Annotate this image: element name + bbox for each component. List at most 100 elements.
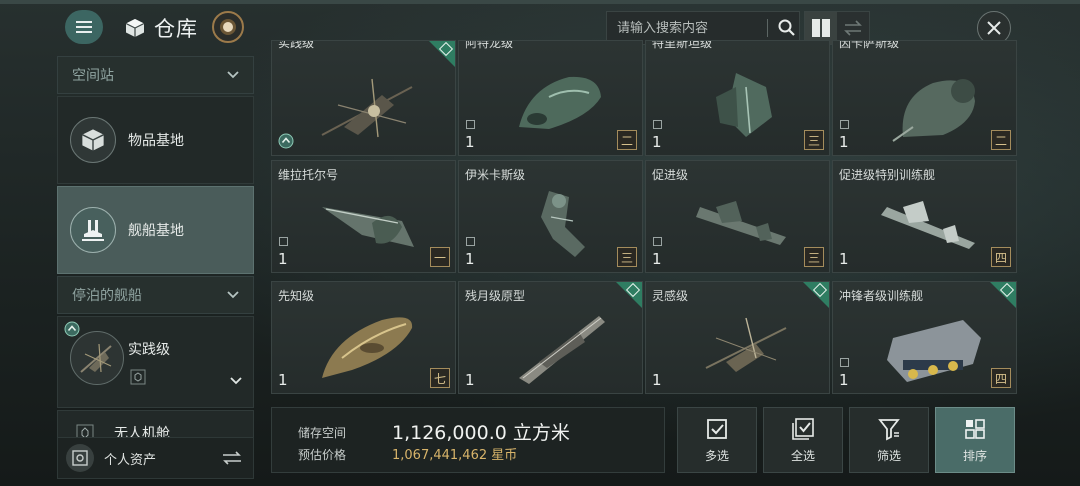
lock-icon — [653, 237, 662, 246]
ship-card[interactable]: 促进级特别训练舰 1 四 — [832, 160, 1017, 273]
ship-card[interactable]: 实践级 — [271, 40, 456, 156]
ship-quantity: 1 — [839, 371, 849, 389]
storage-summary: 储存空间 预估价格 1,126,000.0 立方米 1,067,441,462 … — [271, 407, 665, 473]
ship-name: 特里斯坦级 — [652, 40, 713, 50]
safe-icon — [66, 444, 94, 472]
filter-icon — [878, 418, 900, 440]
tier-badge: 四 — [991, 247, 1011, 267]
station-badge-icon[interactable] — [212, 11, 244, 43]
ship-name: 促进级特别训练舰 — [839, 168, 936, 182]
upgrade-icon — [278, 133, 294, 149]
select-all-label: 全选 — [790, 448, 815, 463]
ship-quantity: 1 — [465, 133, 475, 151]
ship-image — [322, 207, 414, 247]
page-title: 仓库 — [154, 17, 198, 41]
cube-icon — [70, 117, 116, 163]
tier-badge: 二 — [617, 130, 637, 150]
ship-name: 伊米卡斯级 — [465, 168, 526, 182]
filter-label: 筛选 — [876, 448, 901, 463]
ship-image — [892, 79, 975, 142]
grid-view-icon — [812, 19, 830, 37]
sidebar-group-label: 空间站 — [72, 68, 114, 84]
lock-icon — [840, 358, 849, 367]
docked-ship-card[interactable]: 实践级 — [57, 316, 254, 408]
ship-card[interactable]: 特里斯坦级 1 三 — [645, 40, 830, 156]
ship-image — [322, 317, 413, 378]
ship-image — [716, 73, 772, 137]
estimated-price-value: 1,067,441,462 星币 — [392, 448, 518, 463]
ship-image — [519, 76, 601, 129]
ship-quantity: 1 — [278, 371, 288, 389]
sidebar-group-station[interactable]: 空间站 — [57, 56, 254, 94]
storage-space-label: 储存空间 — [298, 426, 347, 440]
search-icon[interactable] — [776, 17, 798, 39]
ship-card[interactable]: 阿特龙级 1 二 — [458, 40, 643, 156]
filter-button[interactable]: 筛选 — [849, 407, 929, 473]
sidebar-group-docked-ships[interactable]: 停泊的舰船 — [57, 276, 254, 314]
sort-icon — [965, 418, 985, 439]
docked-ship-name: 实践级 — [128, 342, 170, 358]
ship-quantity: 1 — [839, 133, 849, 151]
ship-name: 阿特龙级 — [465, 40, 514, 50]
sort-label: 排序 — [962, 448, 987, 463]
tier-badge: 四 — [991, 368, 1011, 388]
tier-badge: 七 — [430, 368, 450, 388]
page-title-group: 仓库 — [124, 12, 198, 44]
ship-card[interactable]: 冲锋者级训练舰 1 四 — [832, 281, 1017, 394]
ship-image — [881, 201, 975, 249]
ship-name: 残月级原型 — [465, 289, 526, 303]
shield-icon — [130, 369, 146, 385]
lock-icon — [279, 237, 288, 246]
ship-image — [696, 201, 786, 245]
sidebar-group-label: 停泊的舰船 — [72, 288, 142, 304]
swap-arrows-icon — [844, 20, 862, 36]
ship-card[interactable]: 因卡萨斯级 1 二 — [832, 40, 1017, 156]
select-all-button[interactable]: 全选 — [763, 407, 843, 473]
multi-select-icon — [707, 418, 727, 439]
sidebar-item-item-hangar[interactable]: 物品基地 — [57, 96, 254, 184]
ship-image — [519, 316, 605, 384]
ship-name: 因卡萨斯级 — [839, 40, 900, 50]
chevron-down-icon[interactable] — [230, 377, 242, 385]
lock-icon — [840, 120, 849, 129]
ship-image — [705, 317, 787, 372]
tier-badge: 二 — [991, 130, 1011, 150]
top-edge-line — [0, 0, 1080, 4]
menu-button[interactable] — [65, 10, 103, 44]
tier-badge: 三 — [804, 247, 824, 267]
upgrade-icon — [64, 321, 80, 337]
ship-card[interactable]: 灵感级 1 — [645, 281, 830, 394]
lock-icon — [653, 120, 662, 129]
ship-quantity: 1 — [465, 250, 475, 268]
chevron-down-icon — [227, 291, 239, 299]
lock-icon — [466, 120, 475, 129]
personal-assets-label: 个人资产 — [104, 452, 157, 468]
ship-name: 冲锋者级训练舰 — [839, 289, 924, 303]
ship-quantity: 1 — [839, 250, 849, 268]
ship-quantity: 1 — [652, 250, 662, 268]
ship-card[interactable]: 残月级原型 1 — [458, 281, 643, 394]
ship-card[interactable]: 先知级 1 七 — [271, 281, 456, 394]
ship-name: 维拉托尔号 — [278, 168, 339, 182]
sidebar-item-label: 物品基地 — [128, 133, 184, 149]
sort-button[interactable]: 排序 — [935, 407, 1015, 473]
tier-badge: 一 — [430, 247, 450, 267]
tier-badge: 三 — [804, 130, 824, 150]
multi-select-button[interactable]: 多选 — [677, 407, 757, 473]
ship-card[interactable]: 维拉托尔号 1 一 — [271, 160, 456, 273]
close-icon — [987, 21, 1001, 35]
ship-name: 实践级 — [278, 40, 315, 50]
chevron-down-icon — [227, 71, 239, 79]
ship-name: 促进级 — [652, 168, 689, 182]
ship-card[interactable]: 促进级 1 三 — [645, 160, 830, 273]
search-divider — [767, 19, 768, 37]
tier-badge: 三 — [617, 247, 637, 267]
search-input[interactable] — [607, 19, 759, 37]
ship-thumbnail — [70, 331, 124, 385]
sidebar-item-label: 舰船基地 — [128, 223, 184, 239]
sidebar-item-ship-hangar[interactable]: 舰船基地 — [57, 186, 254, 274]
ship-card[interactable]: 伊米卡斯级 1 三 — [458, 160, 643, 273]
ship-quantity: 1 — [652, 133, 662, 151]
lock-icon — [466, 237, 475, 246]
personal-assets-button[interactable]: 个人资产 — [57, 437, 254, 479]
